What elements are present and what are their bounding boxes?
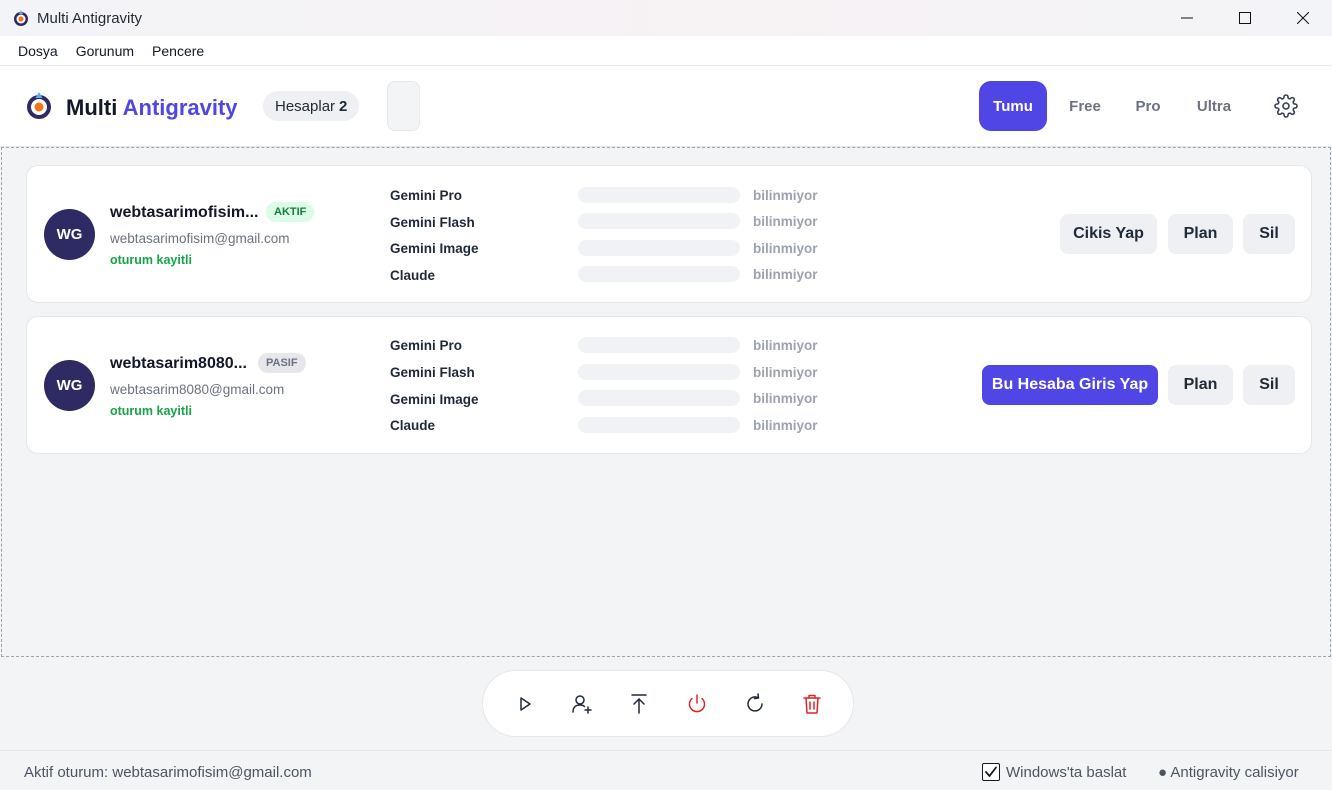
play-icon bbox=[520, 697, 531, 711]
menu-pencere[interactable]: Pencere bbox=[143, 43, 213, 59]
brand-accent: Antigravity bbox=[122, 95, 238, 120]
accounts-label: Hesaplar bbox=[275, 97, 336, 115]
action-toolbar bbox=[482, 670, 854, 737]
brand-logo-icon bbox=[27, 92, 51, 119]
power-button[interactable] bbox=[682, 689, 712, 719]
quota-status: bilinmiyor bbox=[753, 338, 818, 353]
login-account-button[interactable]: Bu Hesaba Giris Yap bbox=[982, 365, 1158, 405]
add-user-icon bbox=[572, 695, 592, 714]
maximize-button[interactable] bbox=[1216, 0, 1274, 36]
startup-label: Windows'ta baslat bbox=[1006, 763, 1127, 781]
quota-status: bilinmiyor bbox=[753, 188, 818, 203]
refresh-button[interactable] bbox=[740, 689, 770, 719]
running-status: ● Antigravity calisiyor bbox=[1158, 764, 1299, 781]
app-logo-icon bbox=[14, 10, 28, 26]
title-bar: Multi Antigravity bbox=[0, 0, 1332, 36]
startup-checkbox[interactable] bbox=[982, 763, 1000, 781]
account-email: webtasarimofisim@gmail.com bbox=[110, 231, 290, 246]
filter-tab-pro[interactable]: Pro bbox=[1124, 81, 1172, 131]
session-status: oturum kayitli bbox=[110, 404, 192, 418]
quota-status: bilinmiyor bbox=[753, 267, 818, 282]
quota-status: bilinmiyor bbox=[753, 241, 818, 256]
account-card: WG webtasarimofisim... AKTIF webtasarimo… bbox=[26, 165, 1312, 303]
menu-dosya[interactable]: Dosya bbox=[9, 43, 67, 59]
quota-status: bilinmiyor bbox=[753, 391, 818, 406]
logout-button[interactable]: Cikis Yap bbox=[1060, 214, 1157, 254]
quota-label: Gemini Flash bbox=[390, 215, 475, 230]
active-session-text: Aktif oturum: webtasarimofisim@gmail.com bbox=[24, 764, 312, 781]
delete-button[interactable]: Sil bbox=[1243, 214, 1295, 254]
quota-bar bbox=[578, 390, 740, 406]
checkmark-icon bbox=[985, 766, 997, 777]
power-icon bbox=[688, 694, 706, 713]
close-button[interactable] bbox=[1274, 0, 1332, 36]
quota-bar bbox=[578, 364, 740, 380]
account-name: webtasarim8080... bbox=[110, 355, 247, 372]
filter-tab-tumu[interactable]: Tumu bbox=[979, 81, 1047, 131]
window-title: Multi Antigravity bbox=[37, 10, 143, 27]
quota-label: Gemini Pro bbox=[390, 188, 463, 203]
account-email: webtasarim8080@gmail.com bbox=[110, 382, 285, 397]
avatar: WG bbox=[44, 360, 95, 411]
account-name: webtasarimofisim... bbox=[110, 204, 259, 221]
plan-button[interactable]: Plan bbox=[1168, 214, 1233, 254]
menu-gorunum[interactable]: Gorunum bbox=[67, 43, 143, 59]
account-card: WG webtasarim8080... PASIF webtasarim808… bbox=[26, 316, 1312, 454]
accounts-count-badge: Hesaplar 2 bbox=[263, 91, 360, 121]
quota-status: bilinmiyor bbox=[753, 365, 818, 380]
minimize-button[interactable] bbox=[1158, 0, 1216, 36]
accounts-count: 2 bbox=[339, 97, 348, 115]
add-user-button[interactable] bbox=[567, 689, 597, 719]
play-button[interactable] bbox=[510, 689, 540, 719]
accounts-list: WG webtasarimofisim... AKTIF webtasarimo… bbox=[1, 147, 1331, 657]
avatar: WG bbox=[44, 209, 95, 260]
status-badge: AKTIF bbox=[266, 202, 315, 222]
trash-icon bbox=[803, 694, 821, 714]
quota-label: Gemini Pro bbox=[390, 338, 463, 353]
startup-toggle[interactable]: Windows'ta baslat bbox=[982, 763, 1126, 781]
status-badge: PASIF bbox=[258, 353, 306, 373]
quota-status: bilinmiyor bbox=[753, 418, 818, 433]
quota-bar bbox=[578, 337, 740, 353]
gear-icon[interactable] bbox=[1274, 94, 1298, 118]
status-bar: Aktif oturum: webtasarimofisim@gmail.com… bbox=[0, 750, 1332, 790]
quota-label: Gemini Image bbox=[390, 392, 479, 407]
quota-label: Claude bbox=[390, 268, 436, 283]
minimize-icon bbox=[1181, 17, 1193, 19]
brand-main: Multi bbox=[66, 95, 118, 120]
app-header: Multi Antigravity Hesaplar 2 Tumu Free P… bbox=[0, 66, 1332, 147]
maximize-icon bbox=[1239, 12, 1251, 24]
quota-label: Claude bbox=[390, 418, 436, 433]
quota-label: Gemini Flash bbox=[390, 365, 475, 380]
refresh-icon bbox=[747, 693, 763, 712]
upload-button[interactable] bbox=[624, 689, 654, 719]
quota-bar bbox=[578, 213, 740, 229]
delete-button[interactable]: Sil bbox=[1243, 365, 1295, 405]
plan-button[interactable]: Plan bbox=[1168, 365, 1233, 405]
quota-bar bbox=[578, 240, 740, 256]
quota-bar bbox=[578, 187, 740, 203]
session-status: oturum kayitli bbox=[110, 253, 192, 267]
quota-label: Gemini Image bbox=[390, 241, 479, 256]
filter-tab-free[interactable]: Free bbox=[1058, 81, 1112, 131]
filter-tab-ultra[interactable]: Ultra bbox=[1184, 81, 1244, 131]
trash-button[interactable] bbox=[797, 689, 827, 719]
empty-slot[interactable] bbox=[387, 81, 420, 131]
quota-bar bbox=[578, 266, 740, 282]
quota-status: bilinmiyor bbox=[753, 214, 818, 229]
upload-icon bbox=[631, 694, 647, 714]
menu-bar: Dosya Gorunum Pencere bbox=[0, 36, 1332, 66]
quota-bar bbox=[578, 417, 740, 433]
brand-title: Multi Antigravity bbox=[66, 95, 238, 121]
close-icon bbox=[1297, 12, 1309, 24]
